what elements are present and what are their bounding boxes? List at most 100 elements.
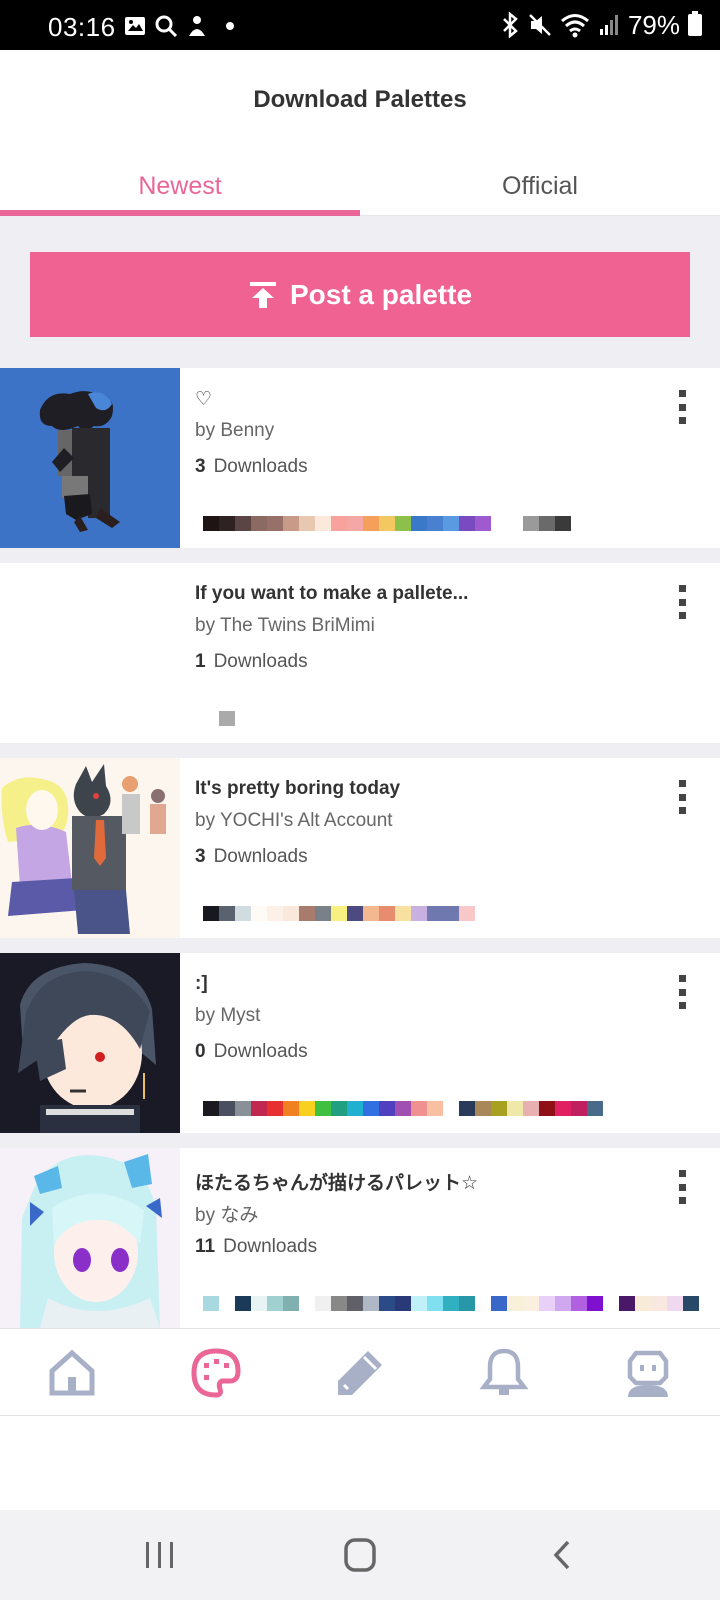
palette-swatch	[635, 1296, 651, 1311]
nav-home-button[interactable]	[46, 1347, 98, 1399]
palette-swatches	[203, 1101, 603, 1116]
more-options-button[interactable]	[672, 975, 692, 1009]
palette-title: :]	[195, 973, 208, 994]
palette-swatch	[251, 516, 267, 531]
palette-swatch	[555, 1296, 571, 1311]
palette-list[interactable]: Post a palette ♡ by Benny 3 Downloads If…	[0, 216, 720, 1328]
home-system-button[interactable]	[342, 1538, 382, 1572]
palette-swatch	[587, 1101, 603, 1116]
palette-card[interactable]: ♡ by Benny 3 Downloads	[0, 368, 720, 548]
downloads-label: Downloads	[213, 456, 308, 477]
palette-swatch	[555, 516, 571, 531]
palette-swatch	[603, 1296, 619, 1311]
gallery-notification-icon	[125, 17, 145, 35]
palette-card[interactable]: It's pretty boring today by YOCHI's Alt …	[0, 758, 720, 938]
palette-swatch	[299, 1296, 315, 1311]
status-time: 03:16	[48, 12, 116, 42]
palette-swatch	[411, 906, 427, 921]
palette-swatch	[571, 1101, 587, 1116]
palette-card[interactable]: If you want to make a pallete... by The …	[0, 563, 720, 743]
palette-swatch	[315, 1101, 331, 1116]
palette-swatch	[331, 906, 347, 921]
palette-swatch	[379, 1296, 395, 1311]
palette-swatch	[555, 1101, 571, 1116]
page-title: Download Palettes	[253, 86, 467, 113]
more-options-button[interactable]	[672, 585, 692, 619]
palette-swatch	[523, 516, 539, 531]
palette-swatch	[459, 906, 475, 921]
palette-swatch	[507, 1296, 523, 1311]
palette-thumbnail[interactable]	[0, 563, 180, 743]
palette-swatch	[299, 516, 315, 531]
palette-swatch	[315, 1296, 331, 1311]
palette-swatch	[283, 1296, 299, 1311]
palette-author: by Myst	[195, 1005, 261, 1026]
palette-swatch	[539, 1296, 555, 1311]
palette-swatch	[427, 1101, 443, 1116]
battery-percentage: 79%	[627, 9, 680, 40]
palette-title: ほたるちゃんが描けるパレット☆	[195, 1173, 479, 1194]
tab-newest[interactable]: Newest	[0, 160, 360, 216]
palette-swatch	[235, 1101, 251, 1116]
download-count: 11	[195, 1236, 216, 1257]
palette-swatch	[491, 1101, 507, 1116]
palette-swatch	[587, 1296, 603, 1311]
more-notifications-dot-icon	[226, 22, 234, 30]
palette-swatch	[395, 906, 411, 921]
palette-swatch	[347, 516, 363, 531]
palette-thumbnail[interactable]	[0, 758, 180, 938]
palette-swatch	[443, 1296, 459, 1311]
palette-title: It's pretty boring today	[195, 778, 401, 799]
palette-swatch	[411, 516, 427, 531]
palette-swatch	[347, 1101, 363, 1116]
post-palette-button[interactable]: Post a palette	[30, 252, 690, 337]
palette-thumbnail[interactable]	[0, 368, 180, 548]
palette-swatch	[475, 1101, 491, 1116]
search-notification-icon	[155, 15, 178, 38]
palette-swatch	[299, 1101, 315, 1116]
recent-apps-icon	[146, 1542, 173, 1568]
more-options-button[interactable]	[672, 390, 692, 424]
palette-title: ♡	[195, 389, 213, 410]
palette-swatch	[395, 1296, 411, 1311]
tab-official[interactable]: Official	[360, 160, 720, 216]
palette-card[interactable]: ほたるちゃんが描けるパレット☆ by なみ 11 Downloads	[0, 1148, 720, 1328]
palette-swatch	[235, 516, 251, 531]
palette-icon	[191, 1348, 241, 1398]
palette-swatch	[363, 1296, 379, 1311]
download-count: 0	[195, 1041, 206, 1062]
palette-thumbnail[interactable]	[0, 1148, 180, 1328]
palette-swatch	[427, 906, 443, 921]
system-navigation-bar	[0, 1510, 720, 1600]
palette-swatch	[219, 906, 235, 921]
recent-apps-button[interactable]	[140, 1538, 180, 1572]
palette-swatch	[219, 1296, 235, 1311]
palette-swatch	[267, 516, 283, 531]
palette-downloads: 0 Downloads	[195, 1041, 308, 1063]
palette-swatch	[475, 516, 491, 531]
nav-notifications-button[interactable]	[478, 1347, 530, 1399]
palette-swatch	[379, 906, 395, 921]
palette-swatch	[395, 516, 411, 531]
downloads-label: Downloads	[223, 1236, 318, 1257]
palette-swatch	[539, 516, 555, 531]
palette-downloads: 3 Downloads	[195, 456, 308, 478]
palette-thumbnail[interactable]	[0, 953, 180, 1133]
palette-swatch	[651, 1296, 667, 1311]
palette-swatch	[539, 1101, 555, 1116]
more-options-button[interactable]	[672, 1170, 692, 1204]
palette-swatch	[235, 906, 251, 921]
palette-swatch	[219, 711, 235, 726]
pencil-icon	[338, 1351, 382, 1395]
download-count: 1	[195, 651, 206, 672]
palette-card[interactable]: :] by Myst 0 Downloads	[0, 953, 720, 1133]
nav-draw-button[interactable]	[334, 1347, 386, 1399]
palette-swatch	[379, 516, 395, 531]
more-options-button[interactable]	[672, 780, 692, 814]
back-button[interactable]	[546, 1538, 586, 1572]
mute-icon	[529, 14, 551, 36]
palette-swatch	[299, 906, 315, 921]
nav-profile-button[interactable]	[622, 1347, 674, 1399]
palette-swatches	[203, 711, 235, 726]
nav-palette-button[interactable]	[190, 1347, 242, 1399]
